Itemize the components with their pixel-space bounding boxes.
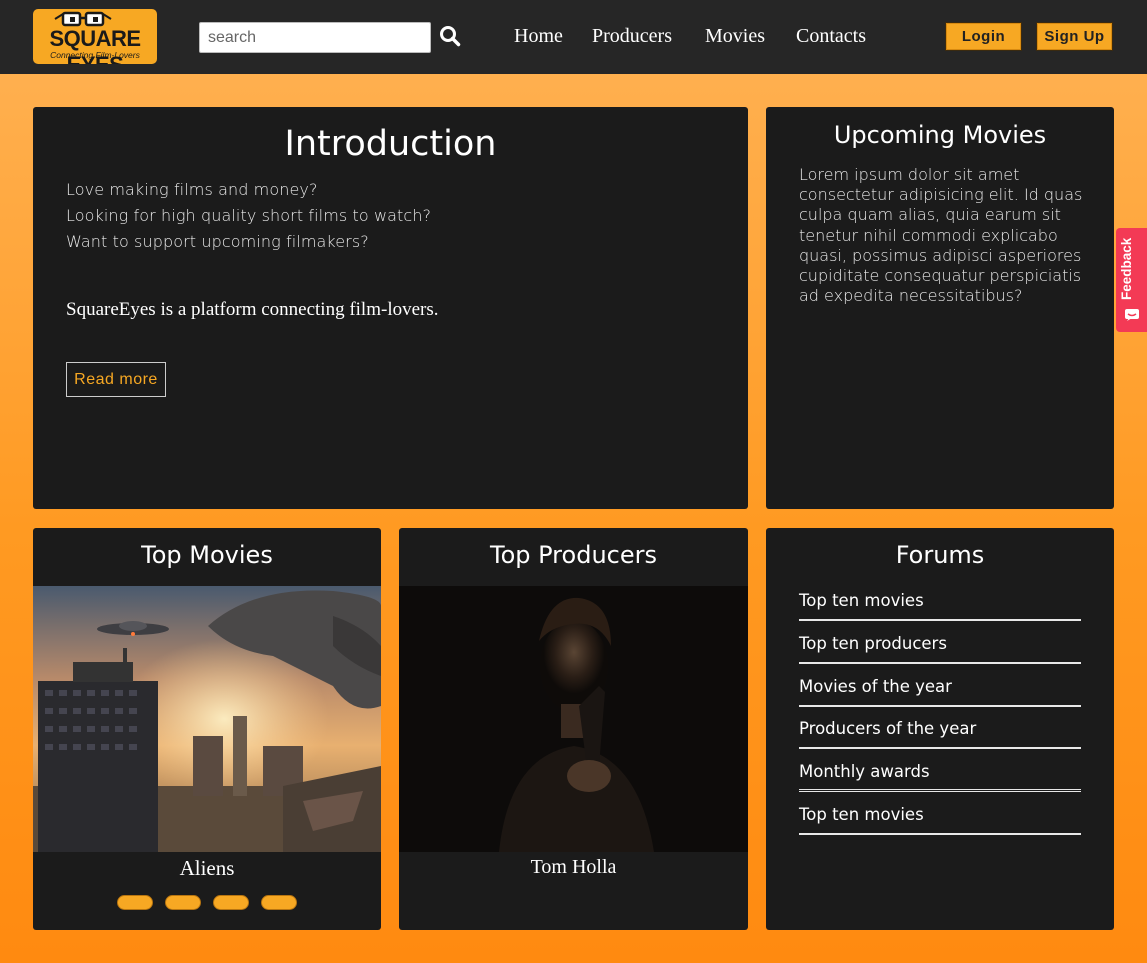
search-input[interactable] xyxy=(199,22,431,53)
nav-movies[interactable]: Movies xyxy=(705,25,765,48)
carousel-dot[interactable] xyxy=(261,895,297,910)
forum-item[interactable]: Movies of the year xyxy=(799,664,1081,707)
upcoming-movies-card: Upcoming Movies Lorem ipsum dolor sit am… xyxy=(766,107,1114,509)
forum-item[interactable]: Producers of the year xyxy=(799,706,1081,749)
intro-title: Introduction xyxy=(284,124,497,164)
intro-card: Introduction Love making films and money… xyxy=(33,107,748,509)
producer-caption: Tom Holla xyxy=(530,856,617,878)
intro-line: Love making films and money? xyxy=(66,180,318,199)
movie-caption: Aliens xyxy=(179,856,235,880)
login-button[interactable]: Login xyxy=(946,23,1021,50)
top-producers-title: Top Producers xyxy=(490,541,657,569)
carousel-dot[interactable] xyxy=(213,895,249,910)
nav-home[interactable]: Home xyxy=(514,25,563,48)
logo-tagline: Connecting Film-Lovers xyxy=(50,50,140,60)
feedback-tab[interactable]: Feedback xyxy=(1116,228,1147,332)
forums-title: Forums xyxy=(895,541,985,569)
logo[interactable]: SQUARE EYES Connecting Film-Lovers xyxy=(33,9,157,64)
top-movies-title: Top Movies xyxy=(141,541,273,569)
nav-producers[interactable]: Producers xyxy=(592,25,672,48)
top-movies-card: Top Movies Aliens xyxy=(33,528,381,930)
forum-item[interactable]: Top ten movies xyxy=(799,792,1081,835)
carousel-dot[interactable] xyxy=(165,895,201,910)
chat-icon xyxy=(1125,309,1139,321)
forum-item[interactable]: Top ten producers xyxy=(799,621,1081,664)
forum-item[interactable]: Top ten movies xyxy=(799,578,1081,621)
feedback-label: Feedback xyxy=(1119,237,1134,300)
intro-line: Looking for high quality short films to … xyxy=(66,206,432,225)
read-more-button[interactable]: Read more xyxy=(66,362,166,397)
movie-poster-image[interactable] xyxy=(33,586,381,852)
signup-button[interactable]: Sign Up xyxy=(1037,23,1112,50)
top-producers-card: Top Producers Tom Holla xyxy=(399,528,748,930)
forum-item[interactable]: Monthly awards xyxy=(799,749,1081,792)
intro-line: Want to support upcoming filmakers? xyxy=(66,232,369,251)
carousel-dot[interactable] xyxy=(117,895,153,910)
nav-contacts[interactable]: Contacts xyxy=(796,25,866,48)
upcoming-text: Lorem ipsum dolor sit amet consectetur a… xyxy=(799,165,1083,306)
upcoming-title: Upcoming Movies xyxy=(833,121,1047,149)
search-icon[interactable] xyxy=(439,25,461,47)
intro-tagline: SquareEyes is a platform connecting film… xyxy=(66,299,439,320)
producer-photo-image[interactable] xyxy=(399,586,748,852)
forums-card: Forums Top ten movies Top ten producers … xyxy=(766,528,1114,930)
site-header: SQUARE EYES Connecting Film-Lovers Home … xyxy=(0,0,1147,74)
